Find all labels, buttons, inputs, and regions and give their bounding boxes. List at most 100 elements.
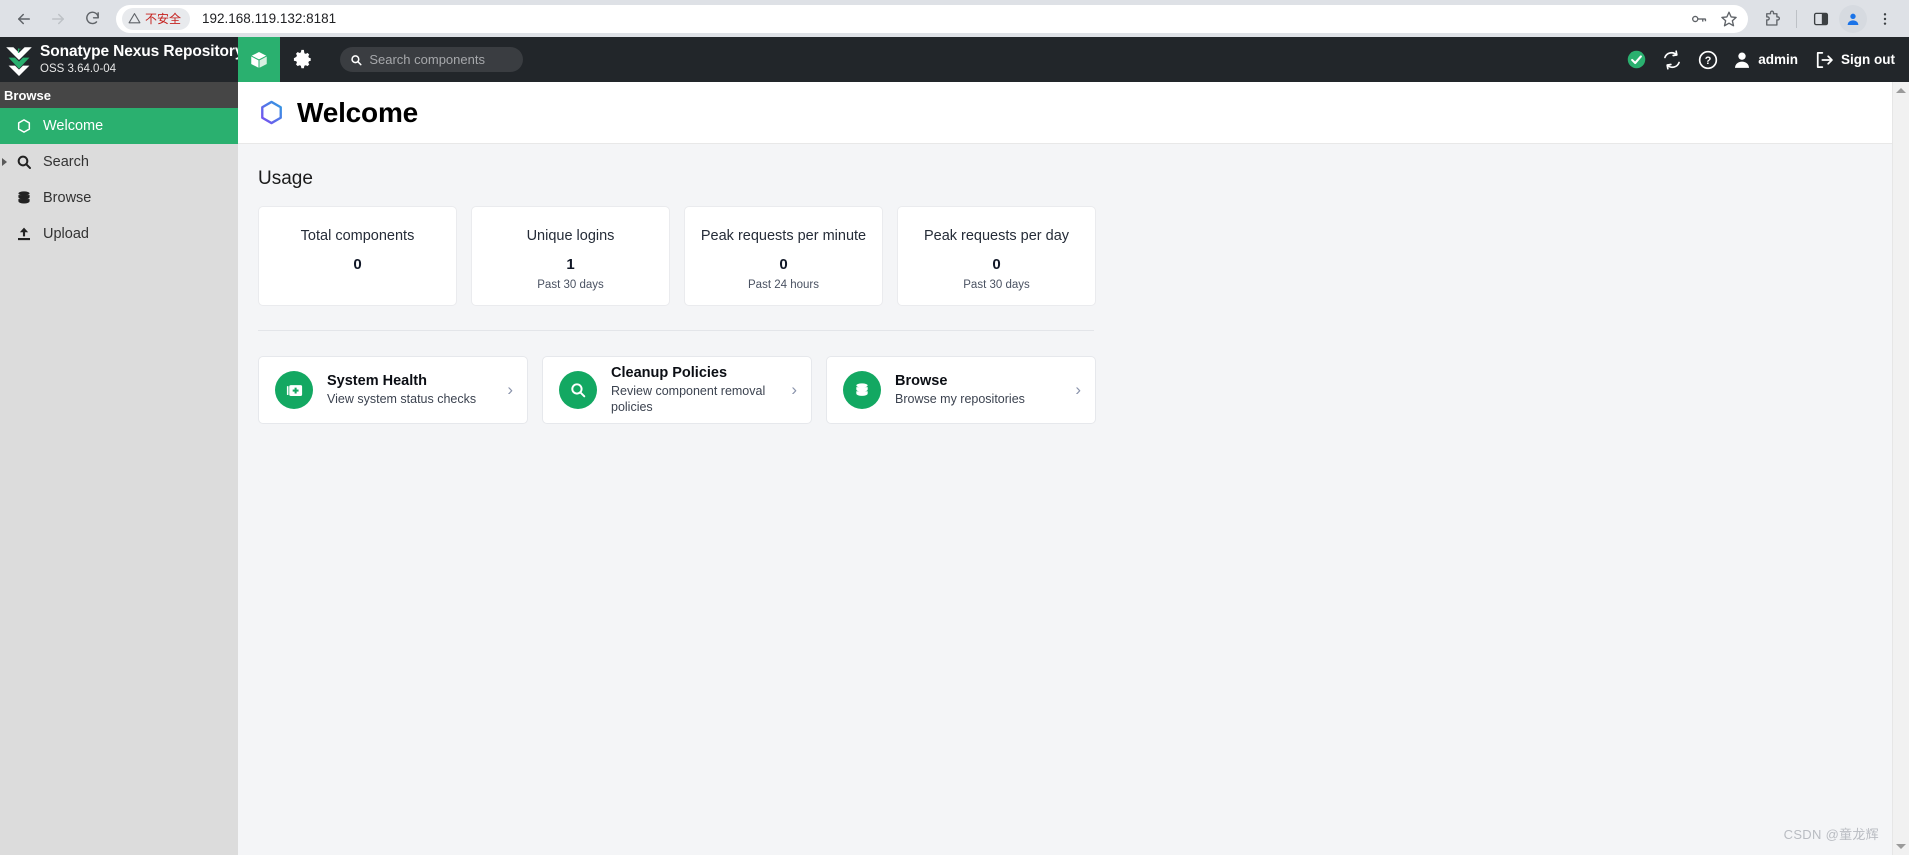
header-right-actions: ? admin Sign out [1618,37,1909,82]
action-card-system-health[interactable]: System Health View system status checks … [258,356,528,424]
profile-avatar-icon [1847,13,1859,25]
database-icon [15,190,33,206]
chevron-right-icon: › [1075,380,1081,399]
back-button[interactable] [8,3,40,35]
brand-version: OSS 3.64.0-04 [40,62,117,75]
upload-icon [15,226,33,242]
url-text: 192.168.119.132:8181 [202,11,337,26]
stat-card: Total components 0 [258,206,457,306]
stat-value: 0 [992,256,1001,273]
first-aid-kit-icon [275,371,313,409]
action-card-browse[interactable]: Browse Browse my repositories › [826,356,1096,424]
user-label: admin [1758,52,1798,67]
sidebar: Browse Welcome Search Browse Upload [0,82,238,855]
sidebar-item-label: Browse [43,190,92,206]
sidebar-item-label: Upload [43,226,89,242]
svg-text:?: ? [1705,55,1712,67]
hexagon-gradient-icon [261,100,282,125]
refresh-icon [1664,49,1681,70]
arrow-right-icon [52,13,64,24]
address-bar[interactable]: 不安全 192.168.119.132:8181 [116,4,1748,33]
quick-action-row: System Health View system status checks … [258,356,1909,424]
sidebar-section-header: Browse [0,82,238,108]
sidebar-item-browse[interactable]: Browse [0,180,238,216]
profile-button[interactable] [1839,4,1867,33]
side-panel-button[interactable] [1805,3,1837,35]
app-body: Browse Welcome Search Browse Upload Welc… [0,82,1909,855]
user-icon [1735,52,1750,68]
stat-value: 1 [566,256,575,273]
section-divider [258,330,1094,331]
stat-title: Total components [300,228,415,244]
stat-card: Unique logins 1 Past 30 days [471,206,670,306]
action-description: Review component removal policies [611,383,766,414]
watermark: CSDN @童龙辉 [1783,827,1879,842]
cube-icon [250,50,268,69]
gear-icon [293,49,311,69]
vertical-scrollbar[interactable] [1892,82,1909,855]
scroll-up-arrow-icon[interactable] [1896,88,1906,93]
usage-stat-row: Total components 0 Unique logins 1 Past … [258,206,1909,306]
stat-title: Unique logins [526,228,615,244]
system-status-button[interactable] [1618,37,1654,82]
forward-button[interactable] [42,3,74,35]
help-button[interactable]: ? [1690,37,1726,82]
search-icon [351,54,362,65]
warning-triangle-icon [128,13,141,24]
stat-subtitle: Past 30 days [537,279,604,291]
chevron-right-icon: › [791,380,797,399]
search-icon [15,154,33,170]
brand-block[interactable]: r Sonatype Nexus Repository OSS 3.64.0-0… [0,37,243,82]
puzzle-icon [1766,10,1780,26]
sidebar-item-label: Search [43,154,89,170]
extensions-button[interactable] [1756,3,1788,35]
sidebar-item-welcome[interactable]: Welcome [0,108,238,144]
action-title: Cleanup Policies [611,364,728,381]
reload-button[interactable] [76,3,108,35]
scroll-down-arrow-icon[interactable] [1896,844,1906,849]
chevron-right-icon: › [507,380,513,399]
sidebar-item-search[interactable]: Search [0,144,238,180]
help-circle-icon: ? [1699,50,1718,69]
header-search-wrap [340,37,523,82]
refresh-button[interactable] [1654,37,1690,82]
action-title: Browse [895,372,948,389]
stat-subtitle: Past 24 hours [748,279,819,291]
stat-card: Peak requests per minute 0 Past 24 hours [684,206,883,306]
usage-heading: Usage [258,168,313,189]
user-menu[interactable]: admin [1732,50,1798,70]
stat-title: Peak requests per day [923,228,1070,244]
database-circle-icon [843,371,881,409]
side-panel-icon [1813,12,1829,25]
stat-value: 0 [353,256,362,273]
sidebar-item-upload[interactable]: Upload [0,216,238,252]
nexus-tab-admin[interactable] [280,37,326,82]
nexus-tab-browse[interactable] [238,37,280,82]
search-input[interactable] [369,52,513,67]
key-icon[interactable] [1690,10,1708,28]
component-search-box[interactable] [340,47,523,72]
sidebar-item-label: Welcome [43,118,104,134]
action-description: Browse my repositories [895,391,1025,406]
security-label: 不安全 [145,12,182,26]
nexus-chevron-logo: r [6,45,32,76]
chrome-menu-button[interactable] [1869,3,1901,35]
sign-out-label: Sign out [1841,52,1895,67]
site-security-chip[interactable]: 不安全 [122,7,191,30]
sign-out-icon [1816,51,1833,68]
page-title-bar: Welcome [238,82,1909,144]
browser-toolbar: 不安全 192.168.119.132:8181 [0,0,1909,37]
hexagon-icon [15,118,33,134]
nexus-header: r Sonatype Nexus Repository OSS 3.64.0-0… [0,37,1909,82]
page-title: Welcome [297,96,419,128]
toolbar-divider [1796,9,1797,28]
sign-out-button[interactable]: Sign out [1814,50,1895,70]
action-description: View system status checks [327,391,477,406]
three-dot-menu-icon [1883,12,1887,25]
reload-icon [85,11,99,25]
action-card-cleanup-policies[interactable]: Cleanup Policies Review component remova… [542,356,812,424]
page-scroll-area: Usage Total components 0 Unique logins 1… [238,144,1909,855]
stat-card: Peak requests per day 0 Past 30 days [897,206,1096,306]
star-icon[interactable] [1720,10,1738,28]
health-check-ok-icon [1627,50,1645,69]
